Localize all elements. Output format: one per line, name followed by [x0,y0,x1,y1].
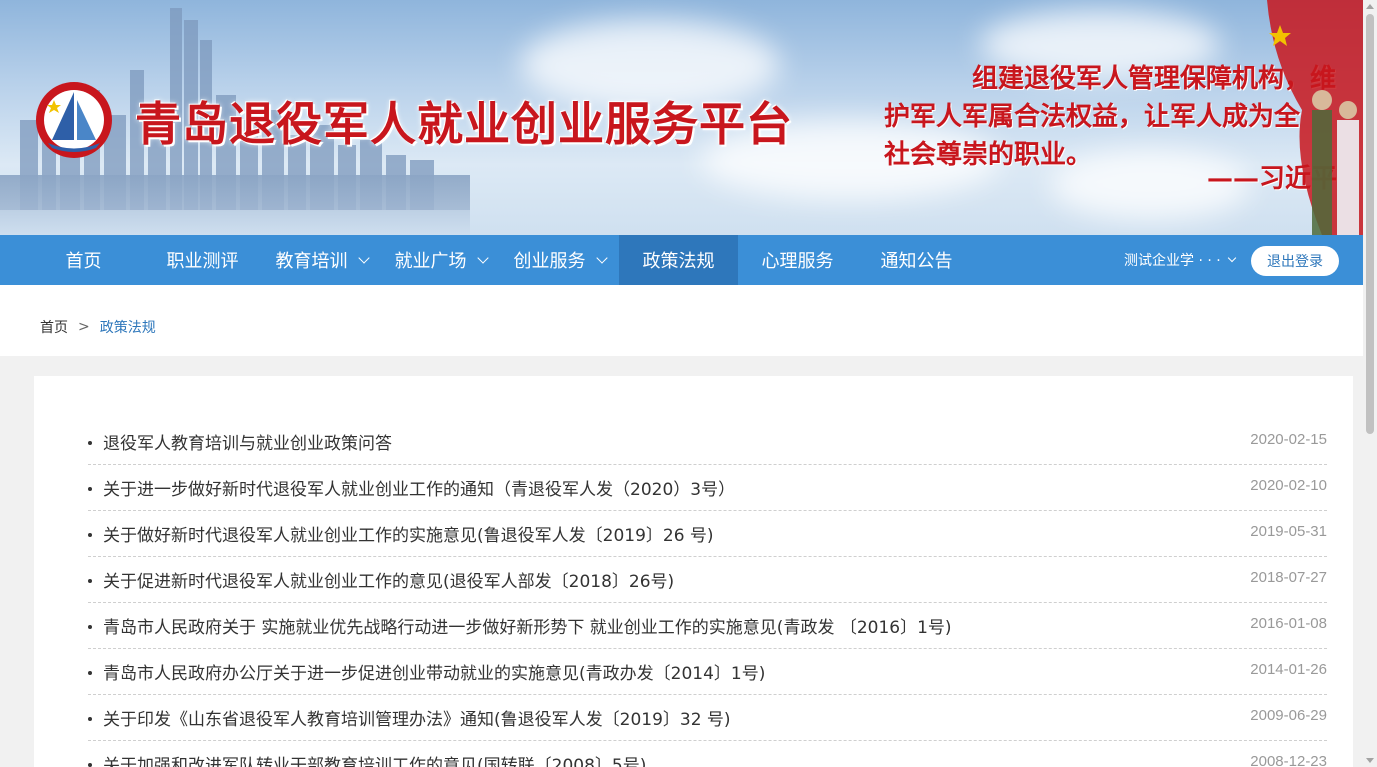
chevron-down-icon [1227,253,1236,263]
main-nav: 首页 职业测评 教育培训 就业广场 创业服务 政策法规 心理服务 通知公告 测试… [0,235,1363,285]
user-name: 测试企业学 · · · [1124,253,1221,269]
policy-date: 2020-02-15 [1250,431,1327,448]
list-item[interactable]: 关于做好新时代退役军人就业创业工作的实施意见(鲁退役军人发〔2019〕26 号)… [88,511,1327,557]
chevron-down-icon [357,251,370,264]
policy-title-link[interactable]: 退役军人教育培训与就业创业政策问答 [103,429,392,454]
list-item[interactable]: 青岛市人民政府关于 实施就业优先战略行动进一步做好新形势下 就业创业工作的实施意… [88,603,1327,649]
nav-item-label: 政策法规 [642,251,715,272]
nav-item-home[interactable]: 首页 [24,235,143,285]
site-logo-icon[interactable] [34,80,114,160]
nav-item-label: 创业服务 [513,251,586,272]
nav-item-education-training[interactable]: 教育培训 [262,235,381,285]
policy-date: 2016-01-08 [1250,615,1327,632]
page: 青岛退役军人就业创业服务平台 组建退役军人管理保障机构，维 护军人军属合法权益，… [0,0,1363,767]
header-banner: 青岛退役军人就业创业服务平台 组建退役军人管理保障机构，维 护军人军属合法权益，… [0,0,1363,235]
breadcrumb: 首页 > 政策法规 [40,317,156,337]
breadcrumb-home-link[interactable]: 首页 [40,317,68,337]
nav-item-label: 首页 [65,251,102,272]
nav-item-announcements[interactable]: 通知公告 [857,235,976,285]
nav-item-label: 职业测评 [166,251,239,272]
policy-date: 2020-02-10 [1250,477,1327,494]
bullet-icon [88,625,92,629]
policy-title-link[interactable]: 关于促进新时代退役军人就业创业工作的意见(退役军人部发〔2018〕26号) [103,567,674,592]
scroll-up-arrow-icon[interactable] [1366,4,1374,9]
list-item[interactable]: 关于加强和改进军队转业干部教育培训工作的意见(国转联〔2008〕5号) 2008… [88,741,1327,767]
bullet-icon [88,487,92,491]
flag-soldiers-image [1267,0,1363,235]
bullet-icon [88,671,92,675]
nav-item-employment-plaza[interactable]: 就业广场 [381,235,500,285]
page-scrollbar[interactable] [1363,0,1377,767]
chevron-down-icon [595,251,608,264]
breadcrumb-bar [0,285,1363,356]
policy-list: 退役军人教育培训与就业创业政策问答 2020-02-15 关于进一步做好新时代退… [88,419,1327,767]
breadcrumb-separator: > [78,319,90,335]
scrollbar-thumb[interactable] [1366,14,1374,434]
list-item[interactable]: 关于印发《山东省退役军人教育培训管理办法》通知(鲁退役军人发〔2019〕32 号… [88,695,1327,741]
nav-item-label: 就业广场 [394,251,467,272]
bullet-icon [88,441,92,445]
policy-date: 2008-12-23 [1250,753,1327,767]
list-item[interactable]: 关于进一步做好新时代退役军人就业创业工作的通知（青退役军人发（2020）3号） … [88,465,1327,511]
chevron-down-icon [476,251,489,264]
policy-date: 2014-01-26 [1250,661,1327,678]
list-item[interactable]: 关于促进新时代退役军人就业创业工作的意见(退役军人部发〔2018〕26号) 20… [88,557,1327,603]
bullet-icon [88,533,92,537]
policy-date: 2018-07-27 [1250,569,1327,586]
nav-item-label: 教育培训 [275,251,348,272]
nav-item-entrepreneurship[interactable]: 创业服务 [500,235,619,285]
user-menu[interactable]: 测试企业学 · · · [1124,235,1236,285]
nav-item-psychological-service[interactable]: 心理服务 [738,235,857,285]
nav-item-label: 心理服务 [761,251,834,272]
policy-date: 2019-05-31 [1250,523,1327,540]
policy-title-link[interactable]: 青岛市人民政府关于 实施就业优先战略行动进一步做好新形势下 就业创业工作的实施意… [103,613,952,638]
policy-title-link[interactable]: 关于做好新时代退役军人就业创业工作的实施意见(鲁退役军人发〔2019〕26 号) [103,521,714,546]
logout-button[interactable]: 退出登录 [1251,246,1339,276]
list-item[interactable]: 青岛市人民政府办公厅关于进一步促进创业带动就业的实施意见(青政办发〔2014〕1… [88,649,1327,695]
bullet-icon [88,717,92,721]
scroll-down-arrow-icon[interactable] [1366,758,1374,763]
site-title: 青岛退役军人就业创业服务平台 [135,97,793,151]
list-item[interactable]: 退役军人教育培训与就业创业政策问答 2020-02-15 [88,419,1327,465]
policy-title-link[interactable]: 关于印发《山东省退役军人教育培训管理办法》通知(鲁退役军人发〔2019〕32 号… [103,705,731,730]
nav-item-policies[interactable]: 政策法规 [619,235,738,285]
policy-title-link[interactable]: 关于进一步做好新时代退役军人就业创业工作的通知（青退役军人发（2020）3号） [103,475,735,500]
nav-item-label: 通知公告 [880,251,953,272]
policy-title-link[interactable]: 关于加强和改进军队转业干部教育培训工作的意见(国转联〔2008〕5号) [103,751,646,767]
bullet-icon [88,579,92,583]
bullet-icon [88,763,92,767]
policy-date: 2009-06-29 [1250,707,1327,724]
breadcrumb-current[interactable]: 政策法规 [100,317,156,337]
nav-item-career-assessment[interactable]: 职业测评 [143,235,262,285]
policy-title-link[interactable]: 青岛市人民政府办公厅关于进一步促进创业带动就业的实施意见(青政办发〔2014〕1… [103,659,765,684]
water-reflection [0,175,470,235]
